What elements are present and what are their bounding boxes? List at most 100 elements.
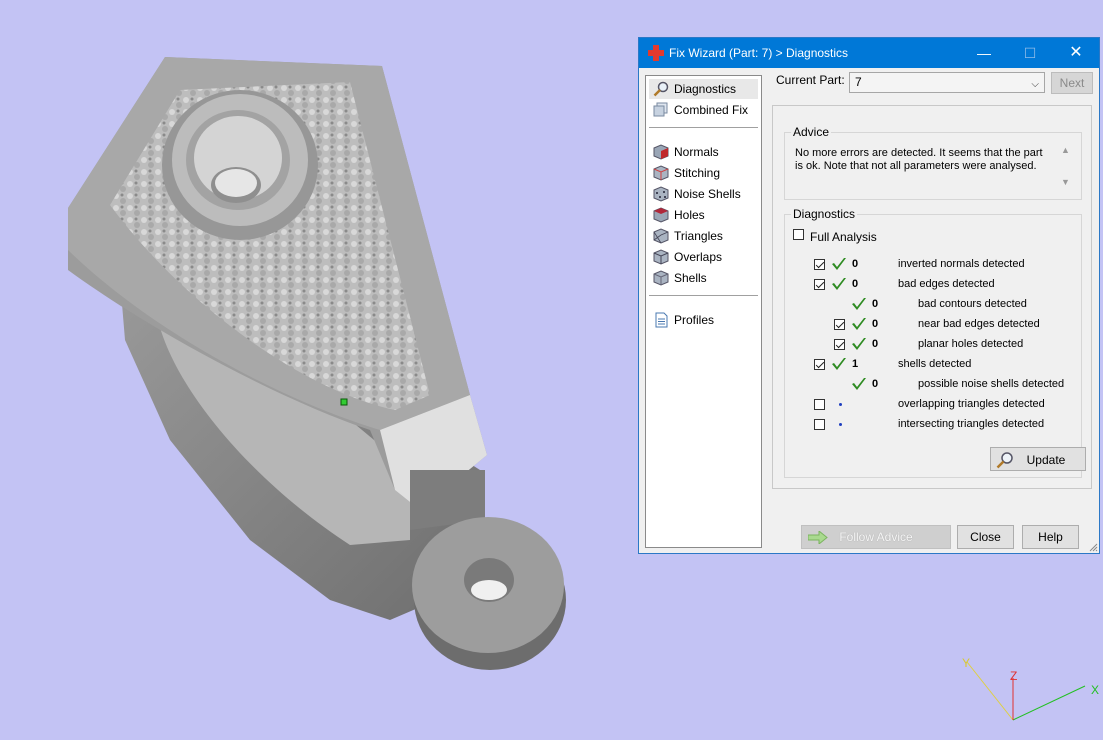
advice-text: No more errors are detected. It seems th… [795, 147, 1043, 172]
wizard-nav: Diagnostics Combined Fix Normals Stitchi… [645, 75, 762, 548]
diagnostic-label: planar holes detected [918, 338, 1024, 350]
current-part-label: Current Part: [776, 73, 845, 87]
diagnostic-count: 1 [852, 358, 859, 370]
nav-item-stitching[interactable]: Stitching [649, 163, 758, 183]
chevron-down-icon: ⌵ [1031, 79, 1039, 90]
nav-label: Triangles [674, 229, 723, 243]
nav-label: Holes [674, 208, 705, 222]
nav-item-overlaps[interactable]: Overlaps [649, 247, 758, 267]
axis-z-label: Z [1010, 669, 1017, 683]
nav-item-diagnostics[interactable]: Diagnostics [649, 79, 758, 99]
diagnostic-count: 0 [872, 338, 879, 350]
follow-advice-label: Follow Advice [839, 530, 913, 544]
nav-separator [649, 127, 758, 128]
diagnostics-panel: Advice No more errors are detected. It s… [772, 105, 1092, 489]
green-check-icon [832, 258, 846, 270]
diagnostic-count: 0 [852, 278, 859, 290]
green-check-icon [832, 358, 846, 370]
scroll-up-icon[interactable]: ▲ [1061, 145, 1070, 155]
current-part-select[interactable]: 7 ⌵ [849, 72, 1045, 93]
nav-item-shells[interactable]: Shells [649, 268, 758, 288]
nav-label: Diagnostics [674, 82, 737, 96]
green-check-icon [852, 378, 866, 390]
diagnostics-title: Diagnostics [791, 207, 858, 221]
diagnostic-checkbox[interactable] [814, 279, 825, 290]
update-label: Update [1026, 453, 1066, 467]
green-check-icon [852, 318, 866, 330]
diagnostic-checkbox[interactable] [814, 419, 825, 430]
shells-cube-icon [653, 270, 669, 286]
title-bar[interactable]: Fix Wizard (Part: 7) > Diagnostics — ☐ ✕ [639, 38, 1099, 68]
diagnostics-group: Diagnostics Full Analysis 0 inverted norm… [784, 207, 1086, 478]
medical-cross-icon [648, 45, 664, 61]
update-button[interactable]: Update [990, 447, 1086, 471]
diagnostic-checkbox[interactable] [814, 359, 825, 370]
resize-grip-icon[interactable] [1089, 543, 1098, 552]
nav-item-triangles[interactable]: Triangles [649, 226, 758, 246]
diagnostic-label: near bad edges detected [918, 318, 1040, 330]
fix-wizard-dialog: Fix Wizard (Part: 7) > Diagnostics — ☐ ✕… [638, 37, 1100, 554]
nav-item-combined-fix[interactable]: Combined Fix [649, 100, 758, 120]
green-check-icon [832, 278, 846, 290]
diagnostic-label: shells detected [898, 358, 972, 370]
noise-shells-cube-icon [653, 186, 669, 202]
window-title: Fix Wizard (Part: 7) > Diagnostics [669, 46, 849, 60]
nav-label: Noise Shells [674, 187, 741, 201]
follow-advice-button[interactable]: Follow Advice [801, 525, 951, 549]
stitching-cube-icon [653, 165, 669, 181]
diagnostic-checkbox[interactable] [814, 399, 825, 410]
advice-group: Advice No more errors are detected. It s… [784, 125, 1082, 200]
next-button[interactable]: Next [1051, 72, 1093, 94]
diagnostic-count: 0 [872, 298, 879, 310]
diagnostic-count: 0 [872, 378, 879, 390]
arrow-right-icon [808, 531, 828, 544]
nav-label: Profiles [674, 313, 715, 327]
help-button[interactable]: Help [1022, 525, 1079, 549]
axis-x-label: X [1091, 683, 1099, 697]
nav-label: Combined Fix [674, 103, 749, 117]
diagnostic-label: bad edges detected [898, 278, 995, 290]
axes-gizmo: X Y Z [962, 656, 1099, 721]
axis-y-line [966, 661, 1014, 721]
triangles-cube-icon [653, 228, 669, 244]
nav-item-normals[interactable]: Normals [649, 142, 758, 162]
nav-label: Shells [674, 271, 707, 285]
diagnostic-label: possible noise shells detected [918, 378, 1065, 390]
diagnostic-label: bad contours detected [918, 298, 1027, 310]
profiles-document-icon [655, 312, 668, 328]
holes-cube-icon [653, 207, 669, 223]
pending-dot-icon [839, 403, 842, 406]
magnifier-icon [653, 81, 669, 97]
diagnostic-count: 0 [872, 318, 879, 330]
green-check-icon [852, 298, 866, 310]
diagnostic-label: inverted normals detected [898, 258, 1025, 270]
overlaps-cube-icon [653, 249, 669, 265]
diagnostic-label: overlapping triangles detected [898, 398, 1045, 410]
close-button[interactable]: Close [957, 525, 1014, 549]
maximize-button[interactable]: ☐ [1007, 38, 1053, 68]
pending-dot-icon [839, 423, 842, 426]
full-analysis-label: Full Analysis [810, 230, 877, 244]
diagnostic-checkbox[interactable] [814, 259, 825, 270]
minimize-button[interactable]: — [961, 38, 1007, 68]
diagnostic-checkbox[interactable] [834, 339, 845, 350]
nav-separator [649, 295, 758, 296]
nav-item-noise-shells[interactable]: Noise Shells [649, 184, 758, 204]
combined-fix-icon [653, 102, 668, 117]
nav-label: Overlaps [674, 250, 723, 264]
scroll-down-icon[interactable]: ▼ [1061, 177, 1070, 187]
full-analysis-checkbox[interactable] [793, 229, 804, 240]
diagnostic-count: 0 [852, 258, 859, 270]
current-part-value: 7 [855, 75, 862, 89]
nav-item-holes[interactable]: Holes [649, 205, 758, 225]
close-window-button[interactable]: ✕ [1053, 38, 1099, 68]
normals-cube-icon [653, 144, 669, 160]
nav-label: Stitching [674, 166, 721, 180]
axis-y-label: Y [962, 656, 970, 670]
nav-item-profiles[interactable]: Profiles [649, 310, 758, 330]
diagnostic-checkbox[interactable] [834, 319, 845, 330]
diagnostic-label: intersecting triangles detected [898, 418, 1045, 430]
advice-title: Advice [791, 125, 832, 139]
nav-label: Normals [674, 145, 719, 159]
axis-x-line [1012, 685, 1086, 721]
